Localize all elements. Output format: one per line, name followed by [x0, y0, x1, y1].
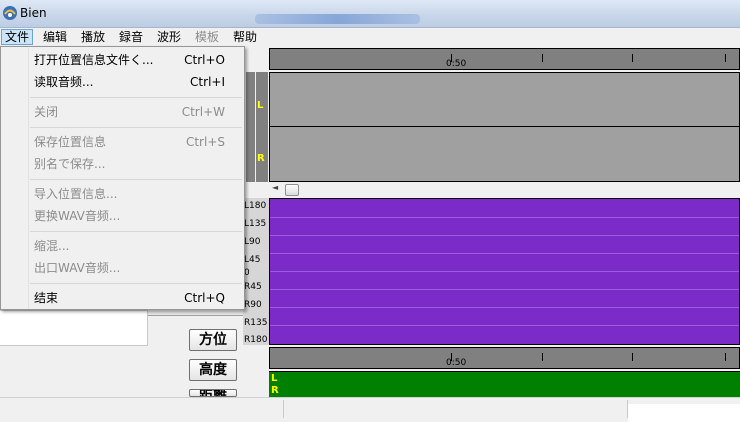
angle-label-r135: R135: [244, 318, 268, 328]
channel-left-label: L: [257, 100, 264, 111]
title-bar-highlight: [255, 14, 420, 24]
level-panel[interactable]: L R: [269, 371, 740, 397]
angle-label-r90: R90: [244, 300, 262, 310]
menu-separator: [30, 231, 242, 232]
menu-item-export-wav: 出口WAV音频...: [34, 261, 121, 275]
shortcut-save: Ctrl+S: [185, 135, 225, 149]
slider-track[interactable]: [148, 310, 243, 316]
menu-file[interactable]: 文件: [1, 29, 34, 45]
menu-help[interactable]: 帮助: [230, 29, 260, 45]
status-field: [628, 404, 740, 422]
distance-button[interactable]: 距離: [189, 389, 237, 397]
app-icon: [3, 6, 17, 20]
shortcut-open: Ctrl+O: [184, 53, 225, 67]
menu-play[interactable]: 播放: [78, 29, 108, 45]
direction-button[interactable]: 方位: [189, 329, 237, 351]
level-left-label: L: [271, 373, 278, 384]
menu-template: 模板: [195, 30, 220, 44]
angle-label-r180: R180: [244, 335, 268, 345]
menu-icon-gutter: [2, 48, 29, 309]
angle-label-l180: L180: [244, 201, 267, 211]
shortcut-load-audio: Ctrl+I: [190, 75, 225, 89]
menu-item-import-position: 导入位置信息...: [34, 187, 118, 201]
menu-waveform[interactable]: 波形: [154, 29, 184, 45]
bottom-time-ruler[interactable]: 0:50: [269, 347, 740, 369]
track-header-strip: [246, 72, 255, 182]
shortcut-exit: Ctrl+Q: [184, 291, 225, 305]
horizontal-scrollbar[interactable]: [269, 183, 740, 197]
pan-position-panel[interactable]: [269, 198, 740, 345]
menu-item-open-position-file[interactable]: 打开位置信息文件く...: [34, 51, 153, 69]
level-right-label: R: [271, 385, 279, 396]
file-menu-dropdown: 打开位置信息文件く... Ctrl+O 读取音频... Ctrl+I 关闭 Ct…: [0, 46, 245, 310]
menu-separator: [30, 127, 242, 128]
angle-label-r45: R45: [244, 282, 262, 292]
menu-bar: 文件 编辑 播放 録音 波形 模板 帮助: [0, 28, 740, 46]
title-bar: Bien: [0, 0, 740, 28]
top-ruler-label: 0:50: [446, 59, 467, 69]
info-panel: [0, 310, 148, 346]
menu-item-exit[interactable]: 结束: [34, 289, 58, 307]
menu-separator: [30, 179, 242, 180]
menu-record[interactable]: 録音: [116, 29, 146, 45]
bottom-ruler-label: 0:50: [446, 358, 467, 368]
channel-label-strip: L R: [256, 72, 268, 182]
height-button[interactable]: 高度: [189, 359, 237, 381]
menu-item-close: 关闭: [34, 105, 59, 119]
menu-item-save-position: 保存位置信息: [34, 135, 107, 149]
shortcut-close: Ctrl+W: [181, 105, 225, 119]
menu-edit[interactable]: 编辑: [40, 29, 70, 45]
scroll-left-arrow-icon[interactable]: ◄: [272, 183, 278, 192]
angle-label-l45: L45: [244, 255, 261, 265]
menu-item-load-audio[interactable]: 读取音频...: [34, 73, 93, 91]
waveform-left-channel[interactable]: [269, 72, 740, 127]
waveform-right-channel[interactable]: [269, 126, 740, 182]
menu-separator: [30, 97, 242, 98]
menu-item-replace-wav: 更换WAV音频...: [34, 209, 121, 223]
pan-angle-scale: L180 L135 L90 L45 0 R45 R90 R135 R180: [243, 198, 269, 345]
window-title: Bien: [20, 6, 47, 20]
menu-separator: [30, 283, 242, 284]
scrollbar-thumb[interactable]: [285, 184, 299, 196]
channel-right-label: R: [257, 153, 265, 164]
top-time-ruler[interactable]: 0:50: [269, 48, 740, 70]
angle-label-l135: L135: [244, 219, 267, 229]
menu-item-save-as: 别名で保存...: [34, 157, 106, 171]
angle-label-l90: L90: [244, 237, 261, 247]
menu-item-mixdown: 缩混...: [34, 239, 70, 253]
